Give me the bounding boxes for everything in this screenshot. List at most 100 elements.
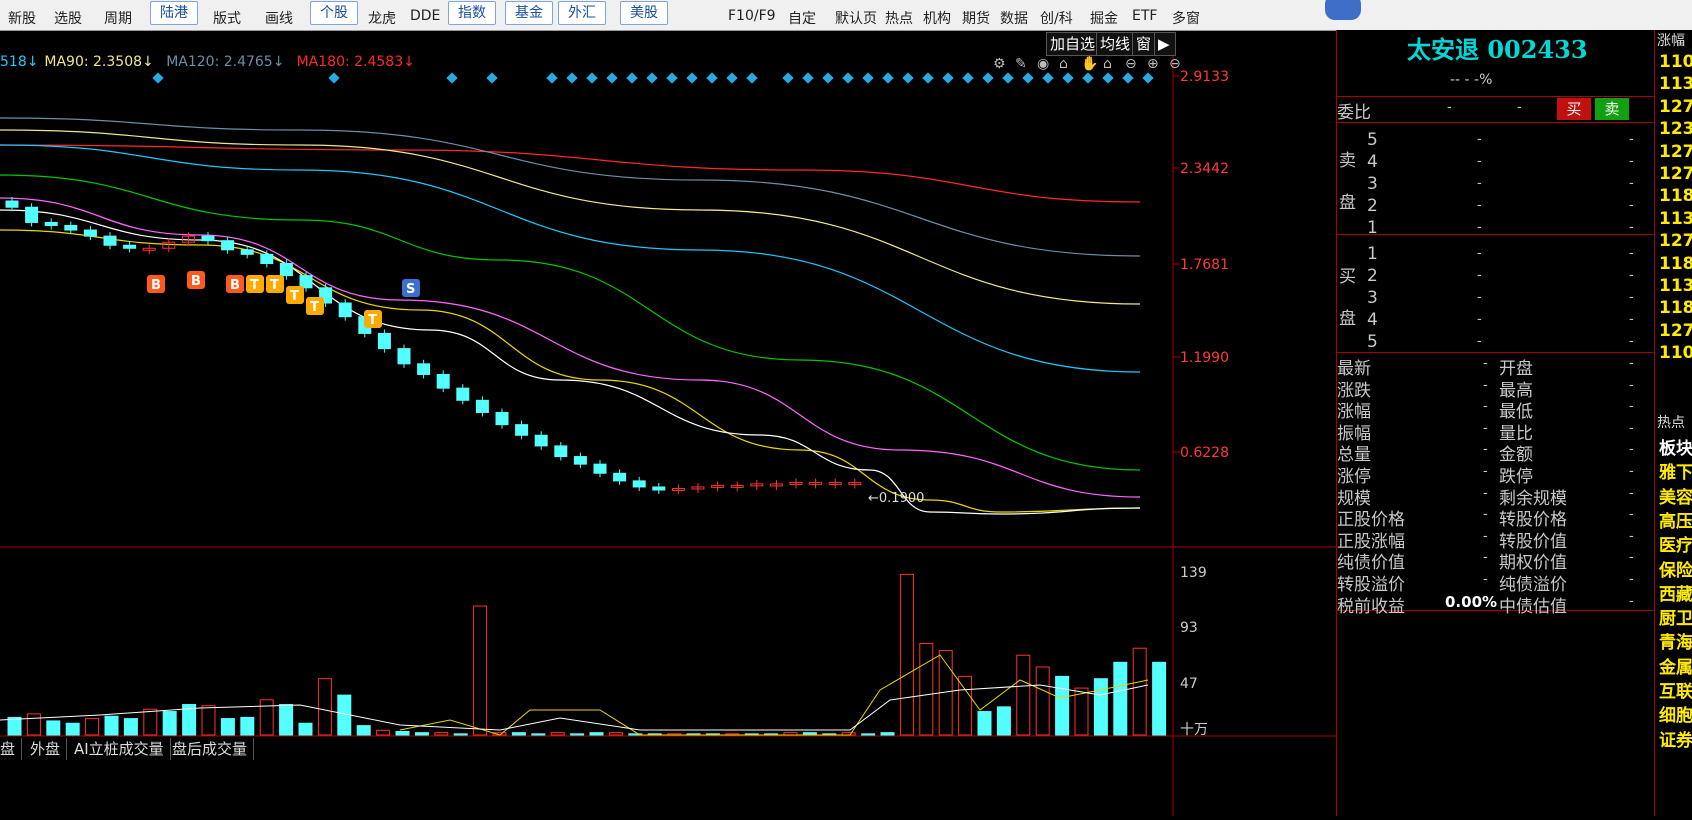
toolbar-item-14[interactable]: 自定 [788,8,816,28]
toolbar-item-21[interactable]: 掘金 [1090,8,1118,28]
strip-code-6[interactable]: 118 [1659,186,1692,206]
toolbar-item-22[interactable]: ETF [1132,8,1157,24]
bottom-tab-2[interactable]: AI立桩成交量 [68,738,171,760]
candle [436,373,450,389]
diamond-marker [606,72,618,84]
order-price-6: - [1477,268,1482,283]
toolbar-item-19[interactable]: 数据 [1000,8,1028,28]
strip-code-1[interactable]: 113 [1659,74,1692,94]
bottom-tab-0[interactable]: 盘 [0,738,23,760]
volume-bar [1113,661,1128,736]
toolbar-item-18[interactable]: 期货 [962,8,990,28]
order-volume-3: - [1629,198,1634,213]
strip-code-13[interactable]: 110 [1659,343,1692,363]
volume-bar [46,720,61,736]
window-button[interactable]: 窗 [1132,32,1156,56]
strip-code-8[interactable]: 127 [1659,231,1692,251]
diamond-marker [706,72,718,84]
candle [103,235,117,246]
volume-bar [570,733,585,736]
volume-bar [259,699,274,736]
bottom-tab-3[interactable]: 盘后成交量 [166,738,255,760]
signal-badge-label-8: T [368,313,377,328]
toolbar-item-0[interactable]: 新股 [8,8,36,28]
volume-axis-label-0: 139 [1180,565,1207,581]
strip-code-10[interactable]: 113 [1659,276,1692,296]
sell-button[interactable]: 卖 [1595,98,1629,120]
strip-sector-0[interactable]: 板块 [1659,434,1692,459]
strip-code-0[interactable]: 110 [1659,52,1692,72]
toolbar-item-2[interactable]: 周期 [104,8,132,28]
ma-legend-0: 518↓ [0,54,38,70]
stat-right-value-6: - [1629,485,1634,501]
toolbar-item-9[interactable]: 指数 [448,1,496,25]
toolbar-item-16[interactable]: 热点 [885,8,913,28]
candle [64,224,78,231]
strip-sector-6[interactable]: 西藏 [1659,580,1692,605]
strip-code-9[interactable]: 118 [1659,254,1692,274]
strip-code-7[interactable]: 113 [1659,209,1692,229]
toolbar-item-11[interactable]: 外汇 [558,1,606,25]
volume-unit-label: 十万 [1180,722,1208,738]
diamond-marker [328,72,340,84]
toolbar-item-8[interactable]: DDE [410,8,440,24]
panel-toggle-icon[interactable]: ▶ [1154,32,1176,56]
toolbar-item-7[interactable]: 龙虎 [368,8,396,28]
ma-line-button[interactable]: 均线 [1096,32,1135,56]
strip-sector-3[interactable]: 高压 [1659,507,1692,532]
toolbar-item-12[interactable]: 美股 [620,1,668,25]
strip-sector-9[interactable]: 金属 [1659,653,1692,678]
strip-sector-1[interactable]: 雅下 [1659,458,1692,483]
strip-sector-4[interactable]: 医疗 [1659,531,1692,556]
toolbar-item-4[interactable]: 版式 [213,8,241,28]
strip-code-11[interactable]: 118 [1659,298,1692,318]
strip-sector-5[interactable]: 保险 [1659,556,1692,581]
price-axis-label-1: 2.3442 [1180,161,1229,177]
strip-code-2[interactable]: 127 [1659,97,1692,117]
quote-panel: 太安退 002433 -- - -% 委比 - - 买 卖 卖盘买盘5--4--… [1336,30,1655,816]
add-watchlist-button[interactable]: 加自选 [1046,32,1100,56]
bottom-tab-1[interactable]: 外盘 [24,738,68,760]
volume-bar [414,732,429,736]
strip-sector-2[interactable]: 美容 [1659,483,1692,508]
toolbar-item-17[interactable]: 机构 [923,8,951,28]
toolbar-item-10[interactable]: 基金 [505,1,553,25]
toolbar-item-23[interactable]: 多窗 [1172,8,1200,28]
toolbar-item-20[interactable]: 创/科 [1040,8,1073,28]
volume-bar [104,715,119,736]
volume-bar [977,711,992,736]
toolbar-item-1[interactable]: 选股 [54,8,82,28]
candle [613,472,627,482]
ma-line-4 [0,174,1141,471]
ranking-strip: 涨幅 110 113 127 123 127 127 118 113 127 118 113 118 1… [1654,30,1692,816]
buy-button[interactable]: 买 [1557,98,1591,120]
strip-code-5[interactable]: 127 [1659,164,1692,184]
volume-bar [220,718,235,736]
order-price-2: - [1477,176,1482,191]
volume-bar [899,573,914,736]
toolbar-item-5[interactable]: 画线 [265,8,293,28]
multi-window-circle-button[interactable] [1325,0,1361,20]
strip-sector-11[interactable]: 细胞 [1659,701,1692,726]
kline-chart[interactable]: 518↓ MA90: 2.3508↓ MA120: 2.4765↓ MA180: 2.… [0,30,1336,816]
toolbar-item-15[interactable]: 默认页 [835,8,877,28]
toolbar-item-3[interactable]: 陆港 [150,1,198,25]
diamond-marker [746,72,758,84]
candle [515,424,529,436]
diamond-marker [982,72,994,84]
change-readout: -- - -% [1450,72,1493,88]
strip-sector-12[interactable]: 证券 [1659,726,1692,751]
strip-sector-7[interactable]: 厨卫 [1659,604,1692,629]
diamond-marker [686,72,698,84]
strip-sector-10[interactable]: 互联 [1659,677,1692,702]
strip-code-4[interactable]: 127 [1659,142,1692,162]
stat-left-value-3: - [1483,420,1488,436]
candle [279,262,293,277]
strip-sector-8[interactable]: 青海 [1659,628,1692,653]
strip-code-3[interactable]: 123 [1659,119,1692,139]
toolbar-item-13[interactable]: F10/F9 [728,8,776,24]
strip-code-12[interactable]: 127 [1659,321,1692,341]
candle [123,244,137,249]
stat-left-value-1: - [1483,377,1488,393]
toolbar-item-6[interactable]: 个股 [310,1,358,25]
